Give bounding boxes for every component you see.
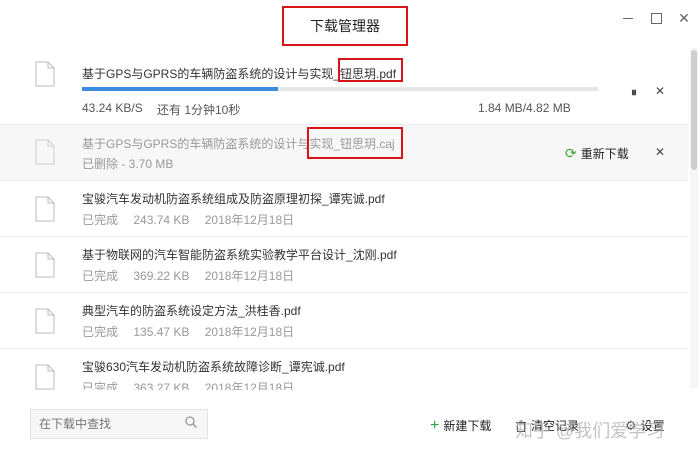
file-meta: 已完成 135.47 KB 2018年12月18日 bbox=[82, 323, 306, 340]
watermark: 知乎 @我们爱学习 bbox=[515, 421, 665, 441]
scrollbar[interactable] bbox=[690, 48, 698, 388]
maximize-icon[interactable] bbox=[648, 10, 664, 26]
new-download-button[interactable]: + 新建下载 bbox=[430, 417, 491, 434]
file-name: 典型汽车的防盗系统设定方法_洪桂香.pdf bbox=[82, 304, 301, 318]
close-icon[interactable]: ✕ bbox=[676, 10, 692, 26]
download-list: 基于GPS与GPRS的车辆防盗系统的设计与实现_钮思玥.pdf 43.24 KB… bbox=[0, 45, 688, 390]
file-size: 363.27 KB bbox=[133, 381, 190, 390]
scrollbar-thumb[interactable] bbox=[691, 50, 697, 170]
cancel-icon[interactable]: ✕ bbox=[655, 84, 665, 98]
download-speed: 43.24 KB/S bbox=[82, 101, 143, 115]
file-name: 宝骏汽车发动机防盗系统组成及防盗原理初探_谭宪诚.pdf bbox=[82, 192, 385, 206]
file-size: 369.22 KB bbox=[133, 269, 190, 283]
file-name: 基于物联网的汽车智能防盗系统实验教学平台设计_沈刚.pdf bbox=[82, 248, 397, 262]
pause-icon[interactable]: ⏸ bbox=[631, 85, 637, 100]
file-status: 已删除 - 3.70 MB bbox=[82, 157, 174, 171]
refresh-icon: ⟳ bbox=[565, 145, 577, 161]
remove-icon[interactable]: ✕ bbox=[655, 145, 665, 159]
title-bar: 下载管理器 ✕ bbox=[0, 0, 700, 46]
file-status: 已完成 bbox=[82, 269, 119, 283]
download-item[interactable]: 宝骏630汽车发动机防盗系统故障诊断_谭宪诚.pdf 已完成 363.27 KB… bbox=[0, 349, 688, 390]
redownload-button[interactable]: ⟳ 重新下载 bbox=[565, 145, 629, 162]
download-item-active[interactable]: 基于GPS与GPRS的车辆防盗系统的设计与实现_钮思玥.pdf 43.24 KB… bbox=[0, 45, 688, 125]
file-icon bbox=[35, 364, 55, 390]
search-input[interactable] bbox=[31, 416, 181, 432]
minimize-icon[interactable] bbox=[620, 10, 636, 26]
highlight-box bbox=[307, 127, 403, 159]
time-remaining: 还有 1分钟10秒 bbox=[157, 103, 241, 117]
download-item-deleted[interactable]: 基于GPS与GPRS的车辆防盗系统的设计与实现_钮思玥.caj 已删除 - 3.… bbox=[0, 125, 688, 181]
file-status: 已完成 bbox=[82, 213, 119, 227]
file-date: 2018年12月18日 bbox=[204, 381, 295, 390]
file-icon bbox=[35, 61, 55, 87]
highlight-box bbox=[338, 58, 403, 82]
file-icon bbox=[35, 252, 55, 278]
file-icon bbox=[35, 139, 55, 165]
search-box[interactable] bbox=[30, 409, 208, 439]
progress-bar bbox=[82, 87, 598, 91]
file-meta: 已完成 369.22 KB 2018年12月18日 bbox=[82, 267, 306, 284]
size-progress: 1.84 MB/4.82 MB bbox=[478, 101, 571, 115]
footer: + 新建下载 清空记录 ⚙ 设置 知乎 @我们爱学习 bbox=[0, 395, 700, 460]
new-download-label: 新建下载 bbox=[443, 419, 492, 433]
file-icon bbox=[35, 196, 55, 222]
file-icon bbox=[35, 308, 55, 334]
download-item[interactable]: 宝骏汽车发动机防盗系统组成及防盗原理初探_谭宪诚.pdf 已完成 243.74 … bbox=[0, 181, 688, 237]
redownload-label: 重新下载 bbox=[580, 147, 629, 161]
file-status: 已完成 bbox=[82, 325, 119, 339]
file-status: 已完成 bbox=[82, 381, 119, 390]
file-date: 2018年12月18日 bbox=[204, 213, 295, 227]
download-item[interactable]: 典型汽车的防盗系统设定方法_洪桂香.pdf 已完成 135.47 KB 2018… bbox=[0, 293, 688, 349]
progress-fill bbox=[82, 87, 279, 91]
search-icon[interactable] bbox=[185, 416, 197, 428]
file-meta: 已完成 363.27 KB 2018年12月18日 bbox=[82, 379, 306, 390]
file-size: 135.47 KB bbox=[133, 325, 190, 339]
file-date: 2018年12月18日 bbox=[204, 325, 295, 339]
file-name: 宝骏630汽车发动机防盗系统故障诊断_谭宪诚.pdf bbox=[82, 360, 345, 374]
plus-icon: + bbox=[430, 416, 440, 434]
window-title: 下载管理器 bbox=[282, 6, 408, 46]
file-size: 243.74 KB bbox=[133, 213, 190, 227]
download-item[interactable]: 基于物联网的汽车智能防盗系统实验教学平台设计_沈刚.pdf 已完成 369.22… bbox=[0, 237, 688, 293]
file-meta: 已完成 243.74 KB 2018年12月18日 bbox=[82, 211, 306, 228]
file-date: 2018年12月18日 bbox=[204, 269, 295, 283]
